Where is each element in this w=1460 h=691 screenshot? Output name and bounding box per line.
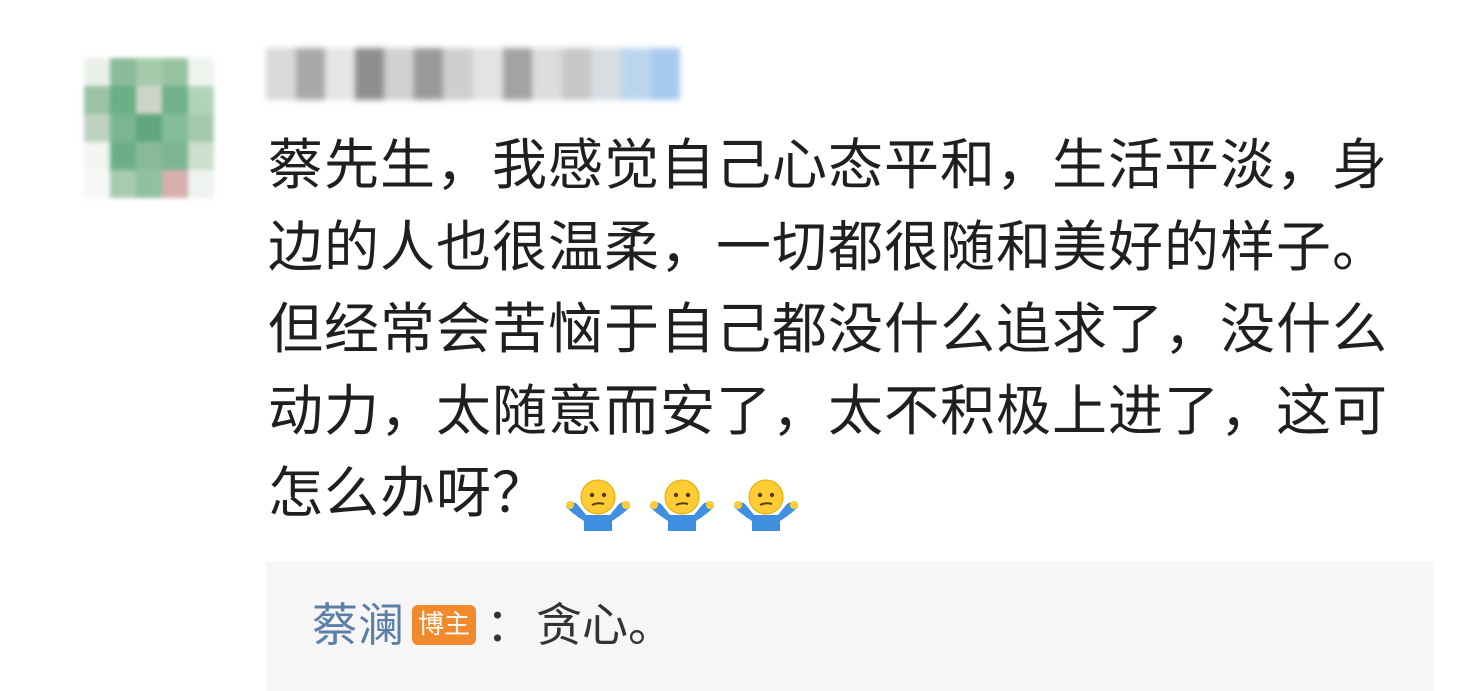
shrug-emoji-icon xyxy=(650,479,715,531)
shrug-emoji-icon xyxy=(734,479,799,531)
username-blurred[interactable] xyxy=(266,48,681,100)
shrug-emoji-icon xyxy=(566,479,631,531)
comment-card: 蔡先生，我感觉自己心态平和，生活平淡，身边的人也很温柔，一切都很随和美好的样子。… xyxy=(0,0,1460,691)
comment-text: 蔡先生，我感觉自己心态平和，生活平淡，身边的人也很温柔，一切都很随和美好的样子。… xyxy=(268,124,1438,542)
reply-box[interactable]: 蔡澜 博主 ： 贪心。 xyxy=(266,562,1434,691)
reply-separator: ： xyxy=(486,598,533,652)
emoji-group xyxy=(562,460,814,542)
author-badge: 博主 xyxy=(412,605,477,645)
reply-text: 贪心。 xyxy=(536,598,675,652)
comment-body: 蔡先生，我感觉自己心态平和，生活平淡，身边的人也很温柔，一切都很随和美好的样子。… xyxy=(268,133,1389,525)
avatar[interactable] xyxy=(84,58,214,198)
reply-line: 蔡澜 博主 ： 贪心。 xyxy=(312,592,674,658)
reply-author-link[interactable]: 蔡澜 xyxy=(312,592,404,658)
